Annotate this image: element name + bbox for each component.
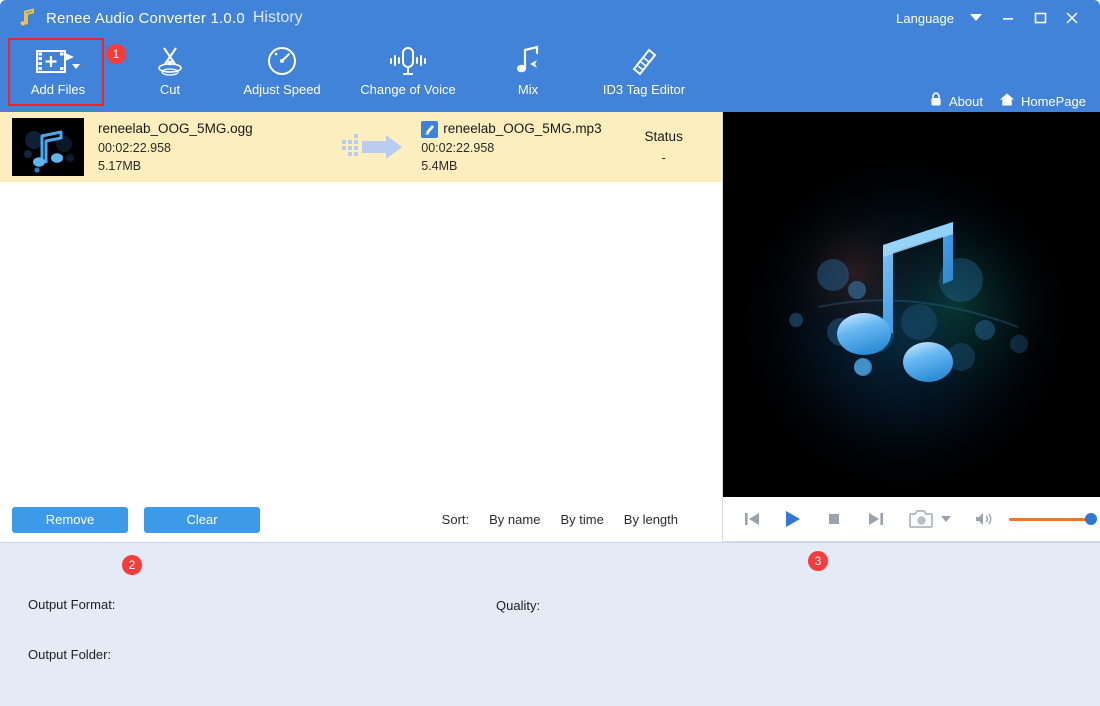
table-row[interactable]: reneelab_OOG_5MG.ogg 00:02:22.958 5.17MB [0,112,722,182]
volume-slider-track [1009,518,1097,521]
tag-edit-icon [627,42,661,80]
convert-arrow-icon [336,134,422,160]
toolbar-item-label: Adjust Speed [243,82,320,97]
sort-controls: Sort: By name By time By length [442,512,678,527]
pencil-edit-icon[interactable] [421,121,438,138]
stop-icon[interactable] [817,502,851,536]
output-file-info: reneelab_OOG_5MG.mp3 00:02:22.958 5.4MB [421,119,611,175]
quality-row: Quality: [496,598,540,613]
output-format-row: Output Format: [28,597,115,612]
output-size: 5.4MB [421,157,611,175]
title-bar: Renee Audio Converter 1.0.0 History Lang… [0,0,1100,36]
source-file-name: reneelab_OOG_5MG.ogg [98,119,336,139]
app-logo-music-note-icon [16,7,38,29]
album-art-thumbnail [12,118,84,176]
source-size: 5.17MB [98,157,336,175]
preview-album-art [723,112,1100,497]
toolbar-item-label: Add Files [31,82,85,97]
sort-by-length[interactable]: By length [624,512,678,527]
volume-icon[interactable] [967,502,1001,536]
toolbar-item-label: ID3 Tag Editor [603,82,685,97]
file-list-toolbar: Remove Clear Sort: By name By time By le… [0,497,723,542]
speedometer-icon [265,42,299,80]
status-badge: - [611,149,716,167]
status-header: Status [611,127,716,147]
quality-label: Quality: [496,598,540,613]
language-label[interactable]: Language [896,11,954,26]
player-controls [723,497,1100,542]
history-button[interactable]: History [253,9,303,27]
toolbar-secondary-actions: About HomePage [929,92,1086,110]
homepage-button[interactable]: HomePage [999,92,1086,110]
toolbar-item-label: Change of Voice [360,82,455,97]
step-badge-1: 1 [106,44,126,64]
music-mix-icon [511,42,545,80]
settings-panel: 2 3 Output Format: MP3 Quality: High(Lar… [0,542,1100,706]
sort-by-time[interactable]: By time [560,512,603,527]
output-file-name: reneelab_OOG_5MG.mp3 [443,119,601,139]
language-chevron-down-icon[interactable] [960,3,992,33]
maximize-icon[interactable] [1024,3,1056,33]
app-window: Renee Audio Converter 1.0.0 History Lang… [0,0,1100,706]
skip-previous-icon[interactable] [735,502,769,536]
step-badge-3: 3 [808,551,828,571]
toolbar-item-adjust-speed[interactable]: Adjust Speed [226,36,338,108]
toolbar-item-label: Cut [160,82,180,97]
volume-slider[interactable] [1009,513,1097,525]
about-button[interactable]: About [929,92,983,110]
camera-icon[interactable] [905,502,939,536]
window-controls: Language [896,3,1100,33]
output-format-label: Output Format: [28,597,115,612]
snapshot-chevron-down-icon[interactable] [939,502,953,536]
source-duration: 00:02:22.958 [98,139,336,157]
minimize-icon[interactable] [992,3,1024,33]
output-duration: 00:02:22.958 [421,139,611,157]
sort-by-name[interactable]: By name [489,512,540,527]
toolbar-item-change-of-voice[interactable]: Change of Voice [338,36,478,108]
toolbar-item-label: Mix [518,82,538,97]
sort-label: Sort: [442,512,469,527]
step-badge-2: 2 [122,555,142,575]
homepage-label: HomePage [1021,94,1086,109]
scissors-icon [153,42,187,80]
skip-next-icon[interactable] [859,502,893,536]
toolbar-item-add-files[interactable]: Add Files [2,36,114,108]
home-icon [999,92,1015,110]
toolbar-item-mix[interactable]: Mix [478,36,578,108]
source-file-info: reneelab_OOG_5MG.ogg 00:02:22.958 5.17MB [98,119,336,175]
toolbar-item-cut[interactable]: Cut [114,36,226,108]
add-files-icon [33,42,83,80]
about-label: About [949,94,983,109]
file-list[interactable]: reneelab_OOG_5MG.ogg 00:02:22.958 5.17MB [0,112,723,497]
main-toolbar: Add Files Cut [0,36,1100,112]
play-icon[interactable] [775,502,809,536]
close-icon[interactable] [1056,3,1088,33]
output-folder-label: Output Folder: [28,647,111,662]
clear-button[interactable]: Clear [144,507,260,533]
status-column: Status - [611,127,716,167]
toolbar-item-id3-tag-editor[interactable]: ID3 Tag Editor [578,36,710,108]
app-title: Renee Audio Converter 1.0.0 [46,10,245,27]
volume-slider-knob[interactable] [1085,513,1097,525]
output-folder-row: Output Folder: [28,647,111,662]
lock-icon [929,92,943,110]
remove-button[interactable]: Remove [12,507,128,533]
media-preview[interactable] [723,112,1100,497]
microphone-icon [386,42,430,80]
